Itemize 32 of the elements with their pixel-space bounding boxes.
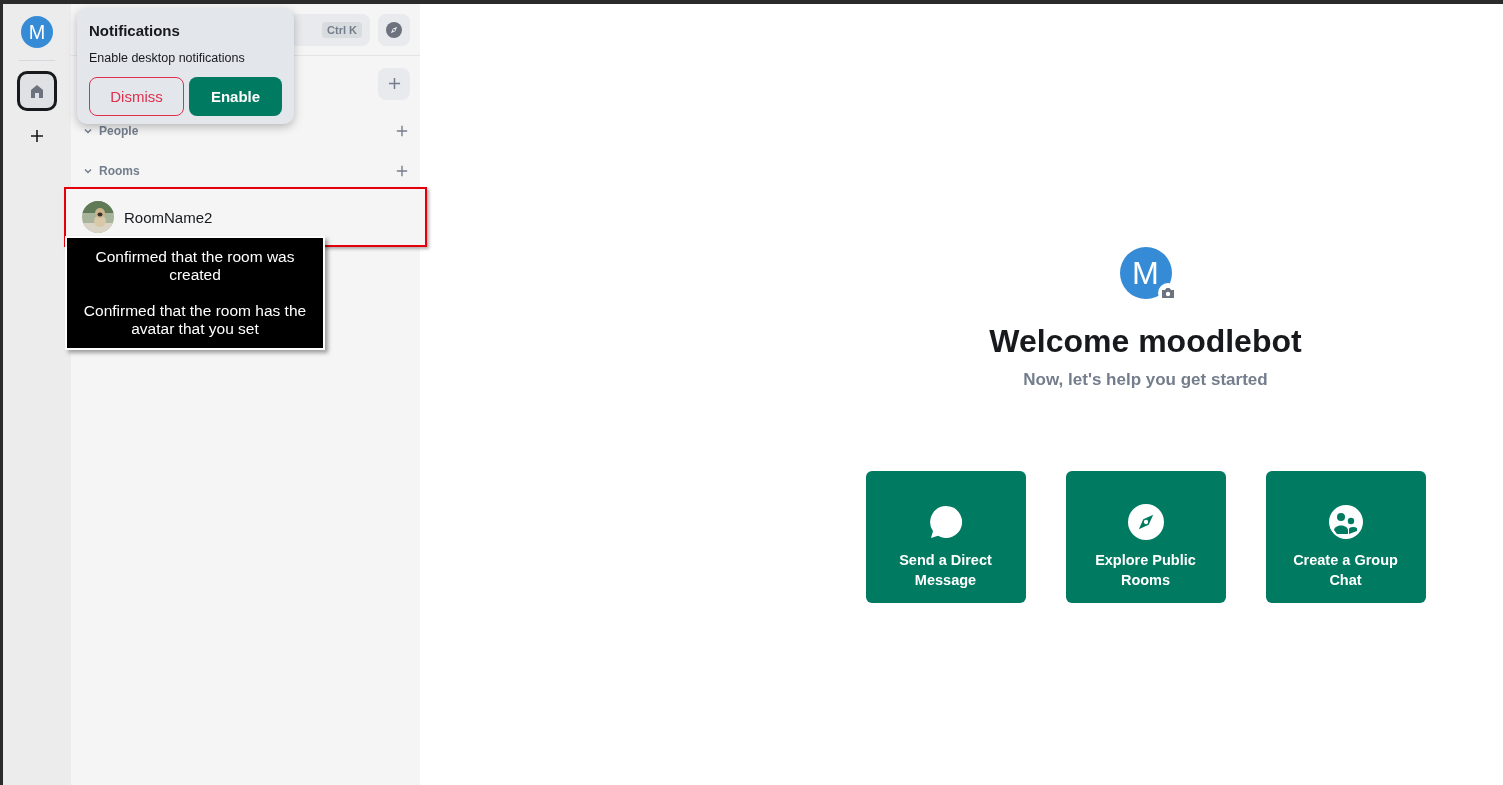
welcome-title: Welcome moodlebot: [989, 323, 1302, 360]
chat-bubble-icon: [927, 504, 964, 540]
add-button[interactable]: [396, 125, 408, 137]
plus-icon: [30, 129, 44, 143]
chevron-icon[interactable]: [83, 126, 93, 136]
shortcut-hint: Ctrl K: [322, 21, 362, 38]
welcome-subtitle: Now, let's help you get started: [1023, 370, 1268, 390]
plus-icon: [396, 125, 408, 137]
plus-icon: [396, 165, 408, 177]
section-label: Rooms: [99, 164, 141, 178]
compass-icon: [1127, 504, 1164, 540]
add-button[interactable]: [378, 67, 410, 100]
user-avatar[interactable]: M: [21, 16, 53, 48]
action-button[interactable]: Send a Direct Message: [865, 471, 1026, 603]
room-name: RoomName2: [124, 208, 213, 226]
note-text: Confirmed that the room was created: [94, 248, 296, 284]
dismiss-button[interactable]: Dismiss: [89, 77, 184, 116]
plus-icon: [387, 77, 401, 90]
toast-title: Notifications: [89, 22, 181, 39]
section-label: People: [99, 124, 140, 138]
home-button[interactable]: [17, 71, 57, 111]
toast-description: Enable desktop notifications: [89, 51, 246, 65]
add-button[interactable]: [396, 165, 408, 177]
home-icon: [29, 83, 45, 99]
explore-button[interactable]: [378, 13, 410, 46]
group-icon: [1327, 504, 1364, 540]
note-text: Confirmed that the room has the avatar that you set: [82, 302, 308, 338]
compass-icon: [386, 21, 402, 38]
action-button[interactable]: Explore Public Rooms: [1065, 471, 1226, 603]
action-button[interactable]: Create a Group Chat: [1265, 471, 1426, 603]
chevron-icon[interactable]: [83, 166, 93, 176]
enable-button[interactable]: Enable: [189, 77, 282, 116]
